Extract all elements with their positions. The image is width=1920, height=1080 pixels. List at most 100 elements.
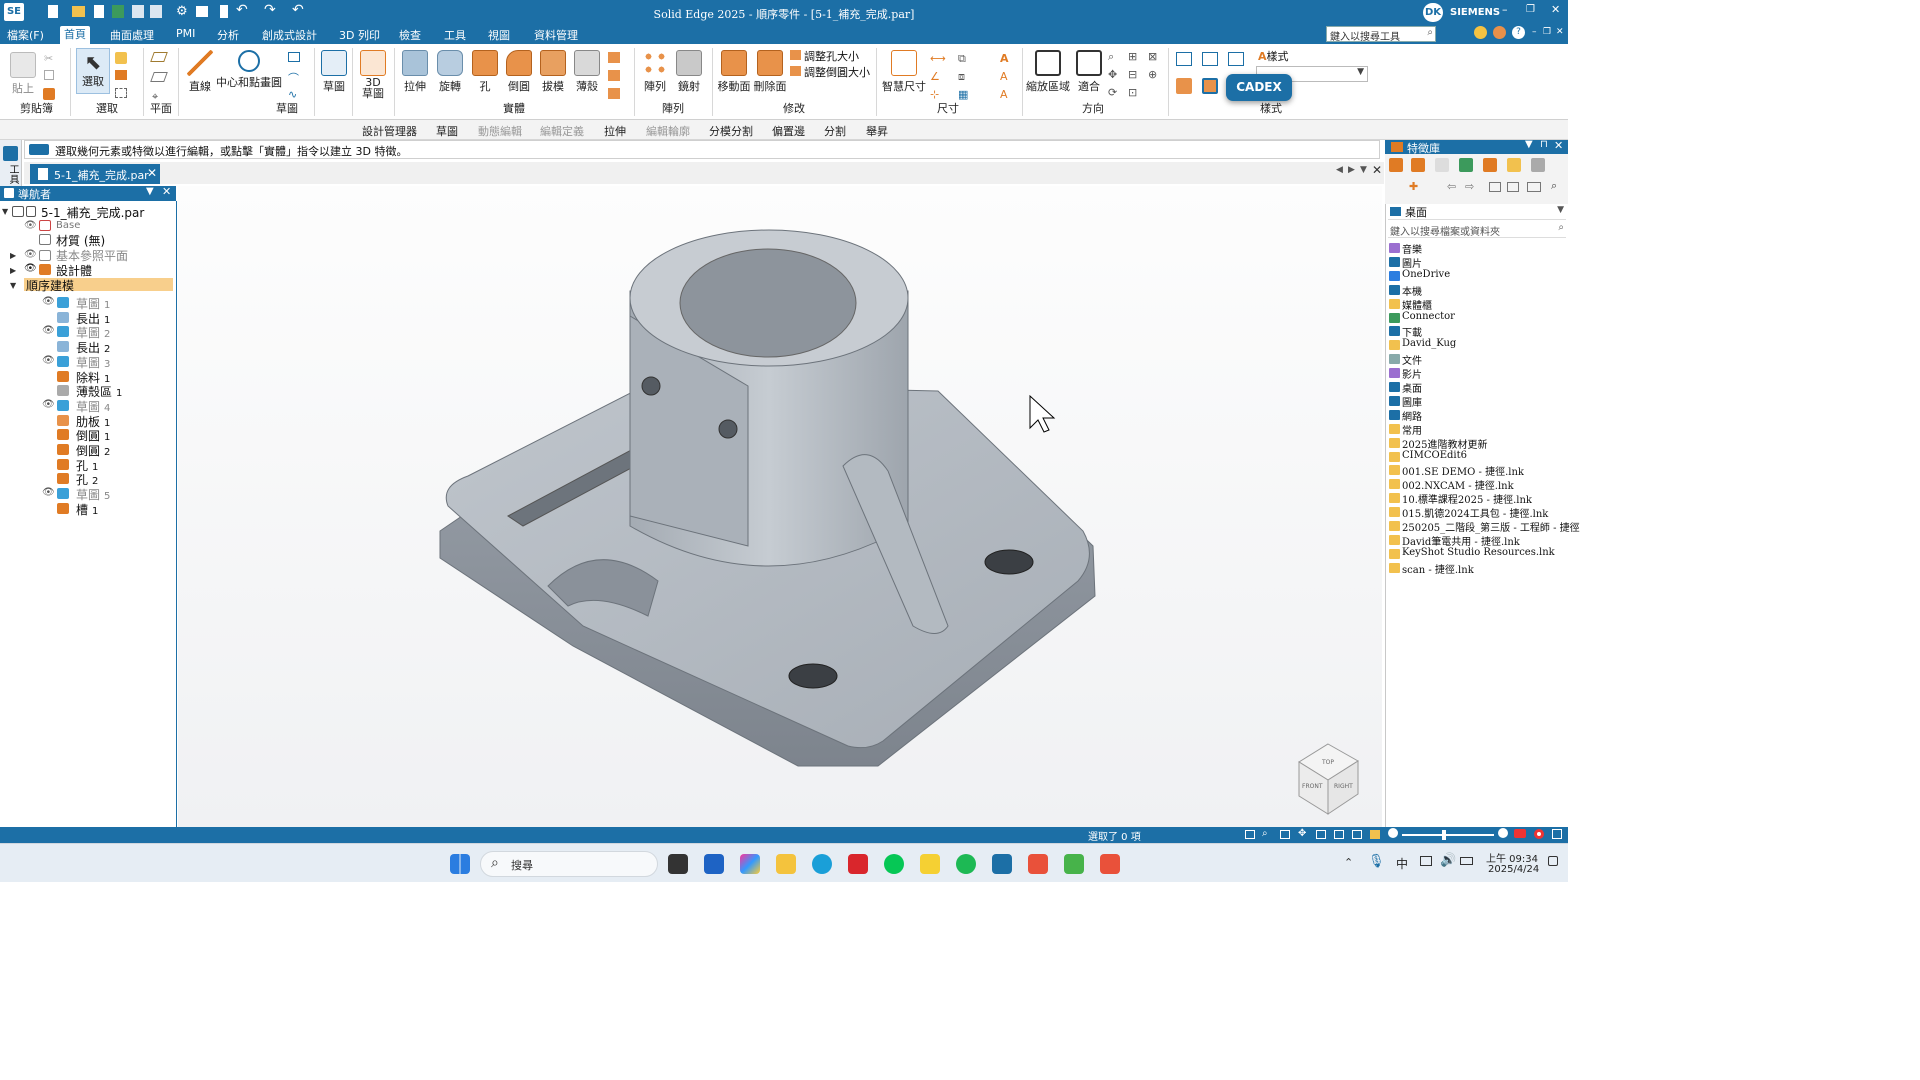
zoom-out-icon[interactable] — [1388, 828, 1398, 838]
library-item[interactable]: 001.SE DEMO - 捷徑.lnk — [1402, 463, 1524, 478]
side-hole-2[interactable] — [718, 419, 738, 439]
solid-edge-taskbar-icon[interactable] — [992, 854, 1012, 874]
lib-tool-4-icon[interactable] — [1459, 158, 1473, 172]
visibility-eye-icon[interactable]: 👁 — [42, 297, 55, 308]
tab-close-all-icon[interactable]: ✕ — [1372, 163, 1382, 177]
split-button[interactable]: 分割 — [824, 123, 846, 139]
tab-check[interactable]: 檢查 — [395, 27, 425, 43]
zoom-in-icon[interactable] — [1498, 828, 1508, 838]
resize-round-button[interactable]: 調整倒圓大小 — [790, 64, 880, 80]
annotation-c-icon[interactable]: A — [1000, 88, 1008, 101]
location-dropdown[interactable]: 桌面 ▼ — [1388, 204, 1566, 220]
notification-icon[interactable] — [1548, 856, 1558, 866]
lib-search-icon[interactable]: ⌕ — [1551, 179, 1557, 193]
tab-scroll-right-icon[interactable]: ▶ — [1348, 165, 1355, 175]
smart-dimension-button[interactable]: 智慧尺寸 — [880, 50, 928, 94]
status-tool-3-icon[interactable] — [1280, 830, 1290, 839]
move-face-button[interactable]: 移動面 — [716, 50, 752, 94]
status-tool-2-icon[interactable]: ⌕ — [1262, 828, 1268, 839]
format-painter-icon[interactable] — [43, 88, 55, 100]
sketch-button[interactable]: 草圖 — [318, 50, 350, 94]
tools-strip-icon[interactable] — [3, 146, 18, 161]
search-icon[interactable]: ⌕ — [1427, 27, 1433, 38]
library-item[interactable]: 250205_二階段_第三版 - 工程師 - 捷徑 — [1402, 519, 1580, 534]
library-item[interactable]: 圖庫 — [1402, 394, 1422, 409]
line-app-icon[interactable] — [884, 854, 904, 874]
tab-list-icon[interactable]: ▼ — [1360, 165, 1367, 175]
library-item[interactable]: David筆電共用 - 捷徑.lnk — [1402, 533, 1520, 548]
tray-chevron-icon[interactable]: ⌃ — [1344, 856, 1353, 869]
view-e-icon[interactable]: ⊕ — [1148, 68, 1157, 81]
library-item[interactable]: 音樂 — [1402, 241, 1422, 256]
lift-button[interactable]: 舉昇 — [866, 123, 888, 139]
view-c-icon[interactable]: ⊡ — [1128, 86, 1137, 99]
spotify-icon[interactable] — [956, 854, 976, 874]
library-item[interactable]: David_Kug — [1402, 338, 1456, 349]
library-item[interactable]: OneDrive — [1402, 269, 1450, 280]
tab-generative[interactable]: 創成式設計 — [258, 27, 321, 43]
visibility-eye-icon[interactable]: 👁 — [24, 221, 37, 232]
library-item[interactable]: 下載 — [1402, 324, 1422, 339]
lib-tool-1-icon[interactable] — [1389, 158, 1403, 172]
status-tool-4-icon[interactable]: ✥ — [1298, 828, 1306, 839]
draft-button[interactable]: 拔模 — [536, 50, 570, 94]
select-highlight-icon[interactable] — [115, 70, 127, 80]
zoom-slider[interactable] — [1402, 830, 1494, 840]
plane-icon[interactable] — [150, 52, 168, 62]
view-cube-front[interactable]: FRONT — [1302, 783, 1323, 790]
plane-2-icon[interactable] — [150, 72, 168, 82]
user-avatar[interactable]: DK — [1423, 3, 1443, 22]
lib-forward-icon[interactable]: ⇨ — [1465, 180, 1474, 193]
visibility-eye-icon[interactable]: 👁 — [24, 264, 37, 275]
help-icon[interactable]: ? — [1512, 26, 1525, 39]
view-shaded-edges-icon[interactable] — [1202, 78, 1218, 94]
document-tab-close-icon[interactable]: ✕ — [147, 166, 157, 180]
minimize-icon[interactable]: – — [1502, 3, 1508, 16]
dim-angle-icon[interactable]: ∠ — [930, 70, 940, 83]
thin-wall-button[interactable]: 薄殼 — [570, 50, 604, 94]
copilot-icon[interactable] — [740, 854, 760, 874]
rotate-icon[interactable]: ⟳ — [1108, 86, 1117, 99]
visibility-eye-icon[interactable]: 👁 — [42, 326, 55, 337]
library-item[interactable]: 影片 — [1402, 366, 1422, 381]
file-explorer-icon[interactable] — [776, 854, 796, 874]
status-tool-7-icon[interactable] — [1352, 830, 1362, 839]
tree-base[interactable]: Base — [56, 220, 80, 231]
navigator-pin-icon[interactable]: ▼ — [146, 186, 154, 197]
3d-viewport[interactable]: TOP FRONT RIGHT — [178, 186, 1382, 827]
mount-hole-right[interactable] — [984, 549, 1034, 575]
command-search-input[interactable]: 鍵入以搜尋工具 ⌕ — [1326, 26, 1436, 43]
pattern-button[interactable]: 陣列 — [638, 50, 672, 94]
dim-symmetric-icon[interactable]: ⧈ — [958, 70, 965, 84]
design-manager-button[interactable]: 設計管理器 — [362, 123, 417, 139]
doc-restore-icon[interactable]: ❐ — [1543, 27, 1551, 37]
offset-edge-button[interactable]: 偏置邊 — [772, 123, 805, 139]
select-filter-icon[interactable] — [115, 52, 127, 64]
view-wire-icon[interactable] — [1176, 52, 1192, 66]
library-item[interactable]: CIMCOEdit6 — [1402, 450, 1467, 461]
part-model[interactable]: TOP FRONT RIGHT — [178, 186, 1382, 827]
parting-split-button[interactable]: 分模分割 — [709, 123, 753, 139]
smile-feedback-icon[interactable] — [1474, 26, 1487, 39]
sketch-3d-button[interactable]: 3D 草圖 — [356, 50, 390, 100]
tab-view[interactable]: 視圖 — [484, 27, 514, 43]
view-hidden-icon[interactable] — [1202, 52, 1218, 66]
lib-new-folder-icon[interactable] — [1507, 182, 1519, 192]
library-item[interactable]: 002.NXCAM - 捷徑.lnk — [1402, 477, 1514, 492]
app-s-icon[interactable] — [1028, 854, 1048, 874]
annotation-a-icon[interactable]: A — [1000, 52, 1009, 65]
tab-data-management[interactable]: 資料管理 — [530, 27, 582, 43]
hole-button[interactable]: 孔 — [468, 50, 502, 94]
view-b-icon[interactable]: ⊟ — [1128, 68, 1137, 81]
tab-3d-print[interactable]: 3D 列印 — [335, 27, 384, 43]
library-item[interactable]: 網路 — [1402, 408, 1422, 423]
library-item[interactable]: 圖片 — [1402, 255, 1422, 270]
solid-more-3-icon[interactable] — [608, 88, 620, 99]
lib-tool-2-icon[interactable] — [1411, 158, 1425, 172]
expand-refplanes-icon[interactable]: ▶ — [10, 251, 16, 260]
anydesk-icon[interactable] — [848, 854, 868, 874]
view-cube-right[interactable]: RIGHT — [1334, 783, 1353, 790]
tab-home[interactable]: 首頁 — [60, 26, 90, 44]
cut-icon[interactable]: ✂ — [44, 52, 53, 65]
paste-button[interactable]: 貼上 — [6, 52, 40, 96]
